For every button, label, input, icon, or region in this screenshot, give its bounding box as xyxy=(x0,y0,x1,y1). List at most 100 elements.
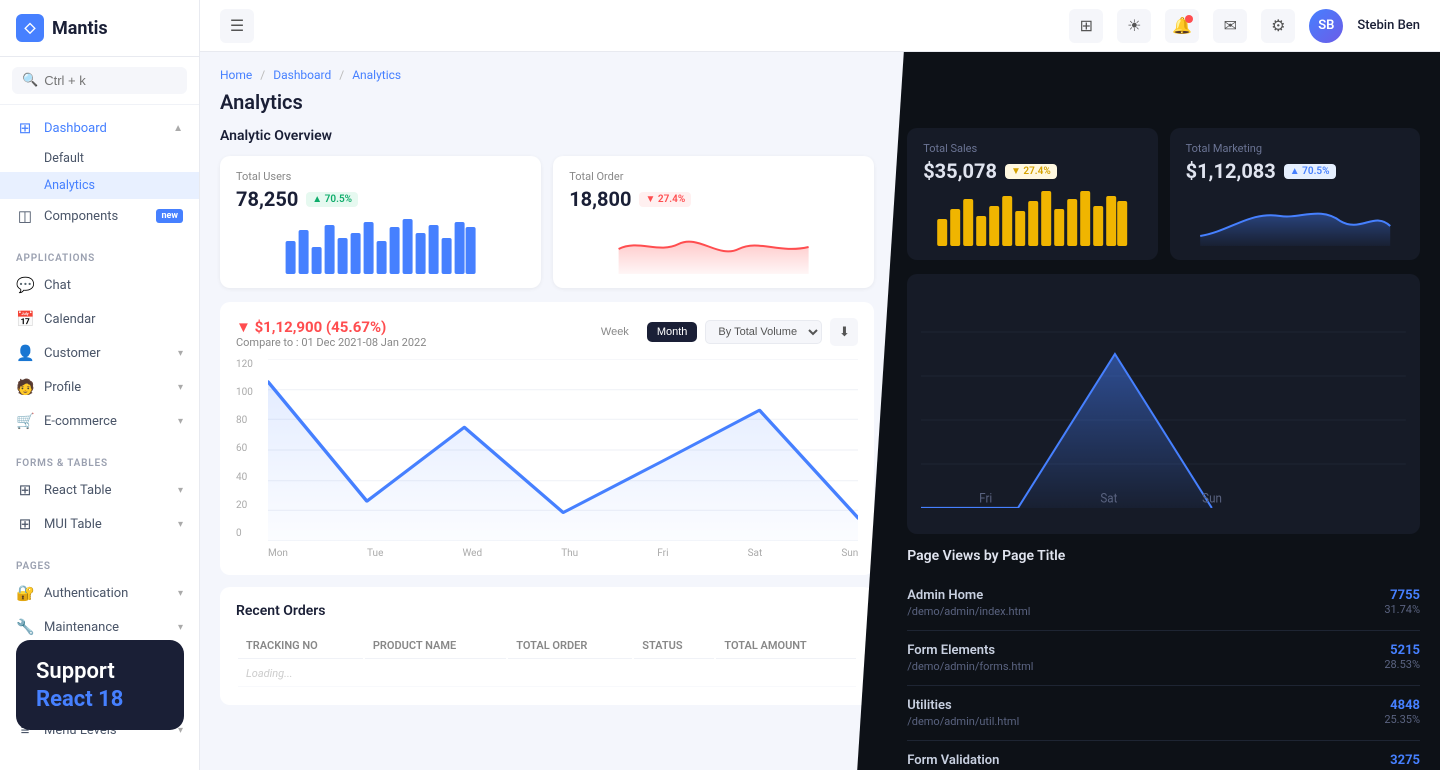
income-amount: ▼ $1,12,900 (45.67%) xyxy=(236,318,426,336)
theme-toggle-button[interactable]: ☀ xyxy=(1117,9,1151,43)
pv-title-1: Form Elements xyxy=(907,643,1033,658)
svg-text:Fri: Fri xyxy=(979,491,992,507)
download-button[interactable]: ⬇ xyxy=(830,318,858,346)
orders-col-tracking: TRACKING NO xyxy=(238,633,363,659)
stat-badge-users: ▲ 70.5% xyxy=(306,192,358,207)
sidebar-item-profile-label: Profile xyxy=(44,380,81,395)
y-label-120: 120 xyxy=(236,359,264,370)
stat-cards-light: Total Users 78,250 ▲ 70.5% xyxy=(220,156,874,288)
x-label-tue: Tue xyxy=(367,548,383,559)
stat-label-order: Total Order xyxy=(569,170,858,183)
sidebar-item-maintenance[interactable]: 🔧 Maintenance ▾ xyxy=(0,610,199,644)
orders-col-amount: TOTAL AMOUNT xyxy=(716,633,856,659)
applications-section-label: Applications xyxy=(0,245,199,268)
sidebar-item-ecommerce[interactable]: 🛒 E-commerce ▾ xyxy=(0,404,199,438)
week-button[interactable]: Week xyxy=(591,322,639,342)
sidebar-item-components[interactable]: ◫ Components new xyxy=(0,199,199,233)
sidebar-item-dashboard[interactable]: ⊞ Dashboard ▲ xyxy=(0,111,199,145)
stat-value-row-marketing: $1,12,083 ▲ 70.5% xyxy=(1186,159,1404,183)
chevron-down-icon: ▾ xyxy=(178,348,183,359)
sidebar-search-area: 🔍 xyxy=(0,57,199,105)
avatar[interactable]: SB xyxy=(1309,9,1343,43)
nav-dashboard-section: ⊞ Dashboard ▲ Default Analytics ◫ Compon… xyxy=(0,105,199,239)
logo-icon: ◇ xyxy=(16,14,44,42)
page-views-title: Page Views by Page Title xyxy=(907,548,1420,564)
pv-info-2: Utilities /demo/admin/util.html xyxy=(907,698,1019,728)
chart-svg-area xyxy=(268,359,858,541)
pv-count-1: 5215 xyxy=(1384,643,1420,658)
sidebar-item-mui-table[interactable]: ⊞ MUI Table ▾ xyxy=(0,507,199,541)
stat-card-users: Total Users 78,250 ▲ 70.5% xyxy=(220,156,541,288)
chevron-up-icon: ▲ xyxy=(173,123,183,134)
sidebar-item-react-table[interactable]: ⊞ React Table ▾ xyxy=(0,473,199,507)
theme-icon: ☀ xyxy=(1127,16,1141,35)
menu-toggle-button[interactable]: ☰ xyxy=(220,9,254,43)
react-table-icon: ⊞ xyxy=(16,481,34,499)
search-input[interactable] xyxy=(44,73,177,88)
chevron-down-icon-5: ▾ xyxy=(178,519,183,530)
notifications-button[interactable]: 🔔 xyxy=(1165,9,1199,43)
pv-stats-2: 4848 25.35% xyxy=(1384,698,1420,726)
pv-info-3: Form Validation /demo/admin/validation.h… xyxy=(907,753,1051,770)
sidebar-item-mui-table-label: MUI Table xyxy=(44,517,102,532)
support-popup-line2: React 18 xyxy=(36,687,164,712)
table-row-placeholder: Loading... xyxy=(238,661,856,687)
sidebar: ◇ Mantis 🔍 ⊞ Dashboard ▲ Default Analyti… xyxy=(0,0,200,770)
chevron-down-icon-7: ▾ xyxy=(178,622,183,633)
content-left: Home / Dashboard / Analytics Analytics A… xyxy=(200,52,894,770)
income-overview-section: ▼ $1,12,900 (45.67%) Compare to : 01 Dec… xyxy=(220,302,874,575)
pv-info-0: Admin Home /demo/admin/index.html xyxy=(907,588,1030,618)
orders-col-product: PRODUCT NAME xyxy=(365,633,506,659)
chat-icon: 💬 xyxy=(16,276,34,294)
pv-stats-1: 5215 28.53% xyxy=(1384,643,1420,671)
content-right-inner: Total Sales $35,078 ▼ 27.4% xyxy=(857,52,1440,770)
stat-value-row-sales: $35,078 ▼ 27.4% xyxy=(923,159,1141,183)
stat-value-users: 78,250 xyxy=(236,187,298,211)
sidebar-item-profile[interactable]: 🧑 Profile ▾ xyxy=(0,370,199,404)
sidebar-item-analytics[interactable]: Analytics xyxy=(0,172,199,199)
user-name: Stebin Ben xyxy=(1357,18,1420,33)
topbar: ☰ ⊞ ☀ 🔔 ✉ ⚙ SB Stebin Ben xyxy=(200,0,1440,52)
svg-text:Sat: Sat xyxy=(1101,491,1118,507)
month-button[interactable]: Month xyxy=(647,322,698,342)
svg-text:Sun: Sun xyxy=(1202,491,1222,507)
chevron-down-icon-4: ▾ xyxy=(178,485,183,496)
topbar-left: ☰ xyxy=(220,9,254,43)
settings-button[interactable]: ⚙ xyxy=(1261,9,1295,43)
sidebar-item-authentication[interactable]: 🔐 Authentication ▾ xyxy=(0,576,199,610)
stat-label-sales: Total Sales xyxy=(923,142,1141,155)
sidebar-item-customer[interactable]: 👤 Customer ▾ xyxy=(0,336,199,370)
orders-table: TRACKING NO PRODUCT NAME TOTAL ORDER STA… xyxy=(236,631,858,689)
search-wrap[interactable]: 🔍 xyxy=(12,67,187,94)
stat-badge-sales: ▼ 27.4% xyxy=(1005,164,1057,179)
dark-income-chart: Fri Sat Sun xyxy=(907,274,1420,534)
volume-select[interactable]: By Total Volume xyxy=(705,320,822,344)
breadcrumb-dashboard: Dashboard xyxy=(273,68,331,82)
support-popup-line1: Support xyxy=(36,658,164,687)
x-label-mon: Mon xyxy=(268,548,288,559)
apps-button[interactable]: ⊞ xyxy=(1069,9,1103,43)
order-area-chart xyxy=(569,219,858,274)
topbar-right: ⊞ ☀ 🔔 ✉ ⚙ SB Stebin Ben xyxy=(1069,9,1420,43)
y-label-80: 80 xyxy=(236,415,264,426)
x-label-wed: Wed xyxy=(462,548,482,559)
sidebar-item-default-label: Default xyxy=(44,151,84,166)
y-label-20: 20 xyxy=(236,500,264,511)
page-view-item-0: Admin Home /demo/admin/index.html 7755 3… xyxy=(907,576,1420,631)
y-label-40: 40 xyxy=(236,472,264,483)
sidebar-item-chat[interactable]: 💬 Chat xyxy=(0,268,199,302)
sidebar-item-default[interactable]: Default xyxy=(0,145,199,172)
y-label-60: 60 xyxy=(236,443,264,454)
sidebar-item-label: Dashboard xyxy=(44,121,107,136)
table-row: Loading... xyxy=(238,661,856,687)
sidebar-item-ecommerce-label: E-commerce xyxy=(44,414,117,429)
sidebar-item-calendar-label: Calendar xyxy=(44,312,96,327)
breadcrumb-current: Analytics xyxy=(352,68,401,82)
messages-button[interactable]: ✉ xyxy=(1213,9,1247,43)
support-popup[interactable]: Support React 18 xyxy=(16,640,184,730)
stat-value-marketing: $1,12,083 xyxy=(1186,159,1276,183)
hamburger-icon: ☰ xyxy=(230,16,244,35)
sidebar-item-calendar[interactable]: 📅 Calendar xyxy=(0,302,199,336)
stat-label-marketing: Total Marketing xyxy=(1186,142,1404,155)
y-axis-labels: 120 100 80 60 40 20 0 xyxy=(236,359,264,539)
